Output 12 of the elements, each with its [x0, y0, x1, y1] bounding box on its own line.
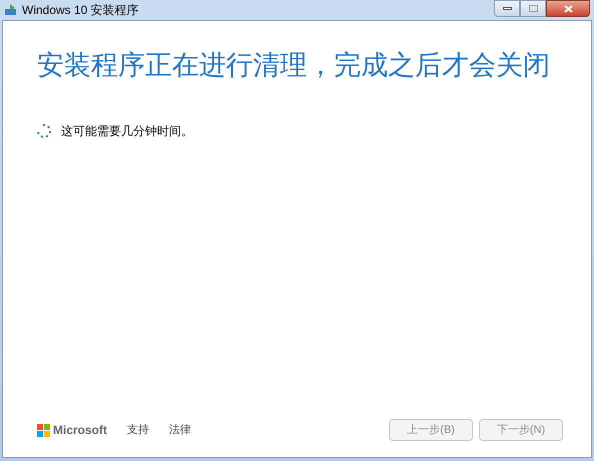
setup-icon — [4, 4, 18, 16]
close-icon — [564, 4, 572, 12]
footer-link[interactable]: 法律 — [169, 422, 191, 438]
status-text: 这可能需要几分钟时间。 — [61, 122, 193, 140]
windows-logo-icon — [37, 424, 50, 436]
brand-name: Microsoft — [53, 422, 107, 439]
spinner-icon — [37, 124, 51, 138]
footer-link[interactable]: 支持 — [127, 422, 149, 438]
window-title: Windows 10 安装程序 — [22, 2, 139, 19]
minimize-button[interactable] — [494, 0, 520, 17]
close-button[interactable] — [546, 0, 590, 17]
heading: 安装程序正在进行清理，完成之后才会关闭 — [37, 49, 551, 82]
